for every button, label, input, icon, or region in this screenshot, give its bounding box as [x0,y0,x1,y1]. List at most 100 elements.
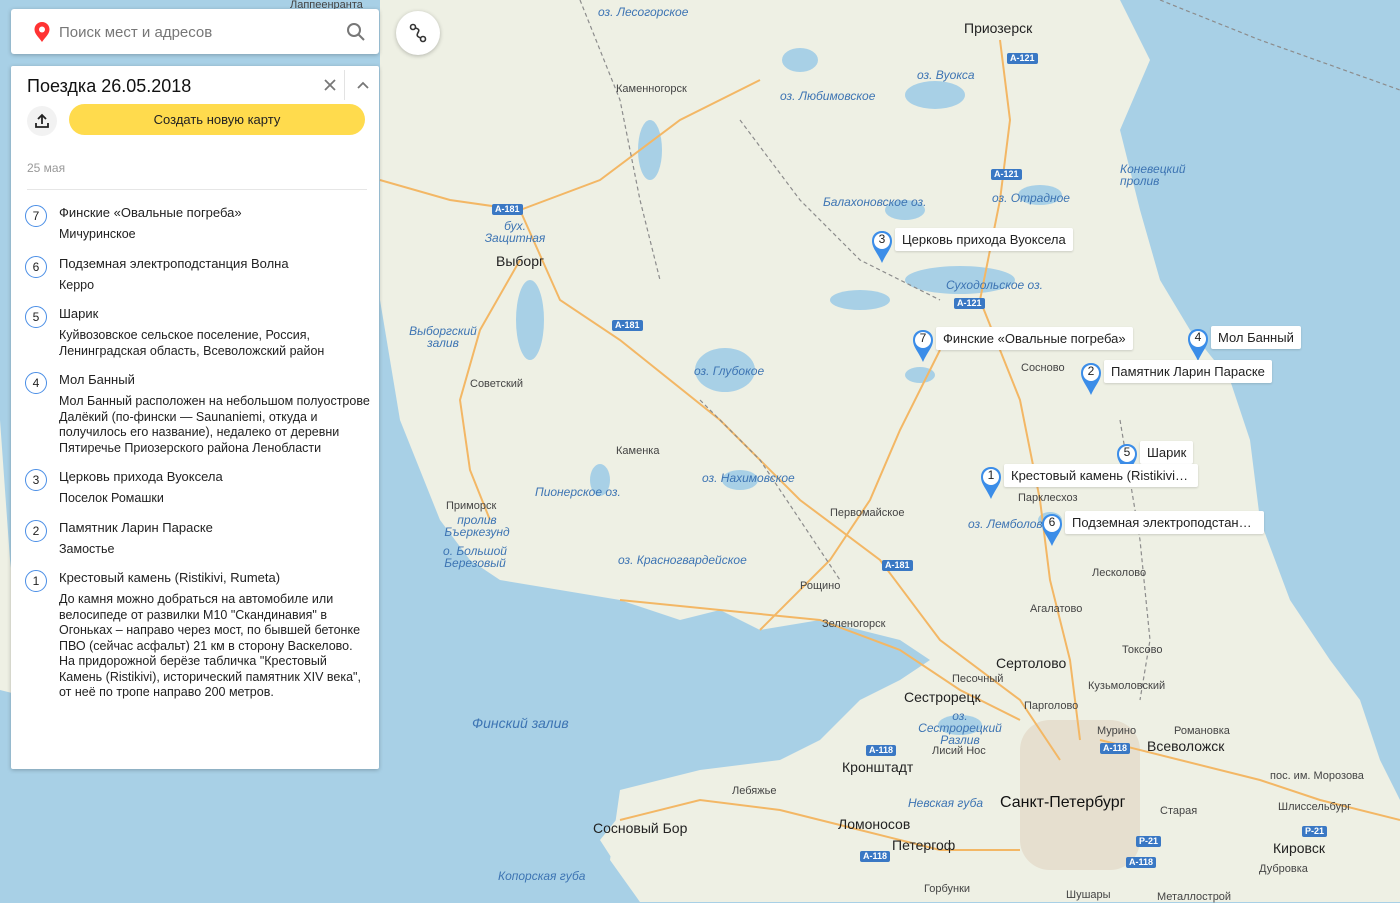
close-icon[interactable] [319,74,341,96]
map-label-spb: Санкт-Петербург [1000,794,1126,811]
map-label-priozersk: Приозерск [964,20,1033,36]
map-label-road-a121-3: А-121 [954,298,985,309]
marker-number: 2 [1087,364,1095,378]
search-input[interactable] [57,18,341,46]
item-description: Мичуринское [59,227,136,241]
marker-label[interactable]: Финские «Овальные погреба» [936,327,1133,350]
map-label-lesnolovo: Лесколово [1092,567,1147,579]
map-label-road-r21: Р-21 [1302,826,1328,837]
map-label-lake-sestroretsky: оз. Сестрорецкий Разлив [918,709,1002,747]
map-label-lake-otradnoe: оз. Отрадное [992,191,1070,205]
search-bar [11,9,379,54]
map-label-gorbunki: Горбунки [924,883,971,895]
item-number: 2 [25,519,47,542]
upload-icon [35,113,49,128]
marker-label[interactable]: Памятник Ларин Параске [1104,360,1272,383]
marker-label[interactable]: Церковь прихода Вуоксела [895,228,1073,251]
map-label-bay-zashchitnaya: бух. Защитная [484,219,546,245]
item-description: Поселок Ромашки [59,491,164,505]
map-label-pargolovo: Парголово [1024,700,1079,712]
item-description: Керро [59,277,95,292]
share-button[interactable] [27,106,57,136]
item-name[interactable]: Памятник Ларин Параске [59,519,371,536]
item-number: 5 [25,306,47,328]
trip-panel: Поездка 26.05.2018 Создать новую карту 2… [11,66,379,769]
item-name[interactable]: Церковь прихода Вуоксела [59,468,371,485]
marker-number: 1 [987,468,995,482]
route-icon [409,23,427,43]
marker-label[interactable]: Крестовый камень (Ristikivi, … [1004,464,1198,487]
map-label-lake-nakhimovskoe: оз. Нахимовское [702,471,795,485]
map-label-lake-lesogorskoe: оз. Лесогорское [598,5,689,19]
marker-number: 5 [1123,445,1131,459]
map-label-metallostroy: Металлострой [1157,891,1232,903]
marker-label[interactable]: Подземная электроподстанц… [1065,511,1264,534]
create-map-button[interactable]: Создать новую карту [69,104,365,135]
item-description: Мол Банный расположен на небольшом полуо… [59,394,370,455]
location-pin-icon [34,22,50,42]
map-label-road-a118: А-118 [866,745,897,756]
panel-title: Поездка 26.05.2018 [27,76,192,96]
trip-date: 25 мая [27,161,66,175]
map-label-staraya: Старая [1160,805,1198,817]
item-number: 4 [25,372,47,394]
marker-number: 6 [1048,515,1056,529]
map-label-island-berezovy: о. Большой Березовый [443,544,507,570]
map-label-sosnovy-bor: Сосновый Бор [593,820,688,836]
divider [27,189,367,190]
map-label-strait-konevetsky: Коневецкий пролив [1120,162,1186,188]
item-name[interactable]: Шарик [59,305,371,322]
map-label-parklesoz: Парклесхоз [1018,492,1078,504]
list-item[interactable]: 5 Шарик Куйвозовское сельское поселение,… [11,305,379,359]
list-item[interactable]: 6 Подземная электроподстанция Волна Керр… [11,255,379,294]
list-item[interactable]: 4 Мол Банный Мол Банный расположен на не… [11,371,379,456]
list-item[interactable]: 3 Церковь прихода Вуоксела Поселок Ромаш… [11,468,379,507]
item-name[interactable]: Подземная электроподстанция Волна [59,255,371,272]
map-label-kronshtadt: Кронштадт [842,759,914,775]
item-number: 1 [25,570,47,592]
map-label-lake-vuoksa: оз. Вуокса [917,68,975,82]
map-label-shushary: Шушары [1066,889,1111,901]
map-label-bay-vyborgsky: Выборгский залив [409,324,477,350]
marker-label[interactable]: Мол Банный [1211,326,1301,349]
map-label-agalatovo: Агалатово [1030,603,1083,615]
map-label-lisiy-nos: Лисий Нос [932,745,986,757]
map-label-lake-krasnogvardeyskoe: оз. Красногвардейское [618,553,747,567]
list-item[interactable]: 7 Финские «Овальные погреба» Мичуринское [11,204,379,243]
item-number: 6 [25,255,47,278]
search-icon[interactable] [345,21,367,43]
map-label-road-a121-2: А-121 [991,169,1022,180]
marker-number: 3 [878,232,886,246]
item-name[interactable]: Крестовый камень (Ristikivi, Rumeta) [59,569,371,586]
marker-number: 4 [1194,330,1202,344]
map-label-lake-glubokoe: оз. Глубокое [694,364,765,378]
chevron-up-icon[interactable] [352,74,374,96]
map-label-gulf-finland: Финский залив [472,715,569,731]
map-label-kirovsk: Кировск [1273,840,1325,856]
map-label-vsevolozhsk: Всеволожск [1147,738,1225,754]
item-name[interactable]: Финские «Овальные погреба» [59,204,371,221]
map-label-koporskaya: Копорская губа [498,869,586,883]
map-label-strait-berezund: пролив Бъеркезунд [444,513,510,539]
map-label-shlisselburg: Шлиссельбург [1278,801,1352,813]
marker-number: 7 [919,331,927,345]
map-label-road-a121: А-121 [1007,53,1038,64]
list-item[interactable]: 1 Крестовый камень (Ristikivi, Rumeta) Д… [11,569,379,701]
marker-label[interactable]: Шарик [1140,441,1194,464]
map-label-peterhof: Петергоф [892,837,956,853]
map-label-lake-sukhodolskoe: Суходольское оз. [946,278,1043,292]
list-item[interactable]: 2 Памятник Ларин Параске Замостье [11,519,379,558]
map-label-sosnovo: Сосново [1021,362,1065,374]
map-label-murino: Мурино [1097,725,1137,737]
item-description: Куйвозовское сельское поселение, Россия,… [59,328,325,358]
map-label-lake-balakhonovskoe: Балахоновское оз. [823,195,927,209]
map-label-kamenka: Каменка [616,445,660,457]
map-label-vyborg: Выборг [496,253,545,269]
item-name[interactable]: Мол Банный [59,371,371,388]
route-button[interactable] [396,11,440,55]
map-label-zelenogorsk: Зеленогорск [822,618,886,630]
header-divider [344,70,345,100]
map-label-kamennogorsk: Каменногорск [616,83,687,95]
map-label-pervomayskoe: Первомайское [830,507,905,519]
map-label-road-r21-2: Р-21 [1136,836,1162,847]
